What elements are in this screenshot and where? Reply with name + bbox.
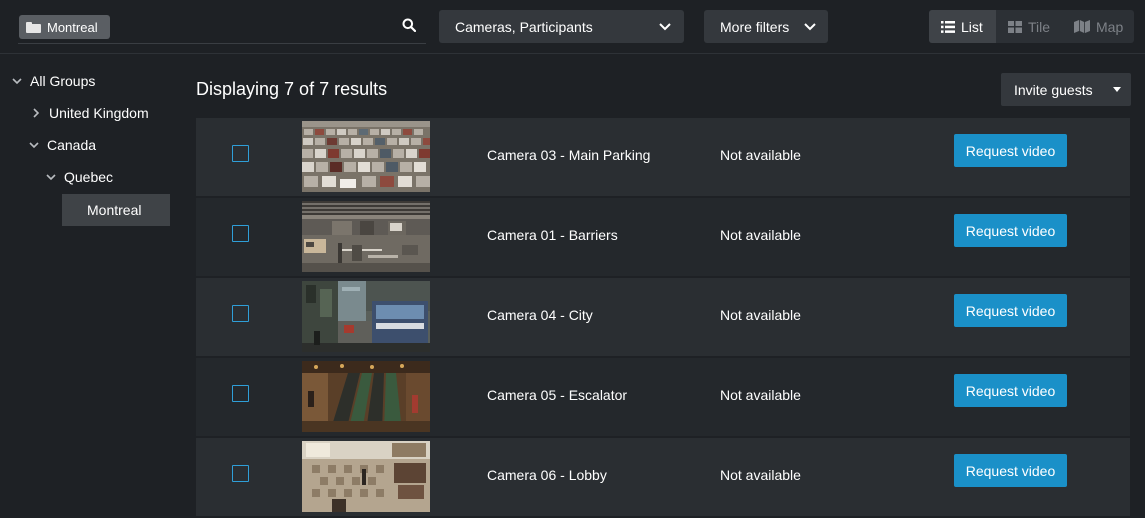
map-view-button[interactable]: Map (1062, 10, 1134, 43)
chevron-down-icon[interactable] (29, 140, 39, 150)
list-view-label: List (961, 18, 983, 35)
row-checkbox[interactable] (232, 385, 249, 402)
camera-name: Camera 04 - City (487, 307, 593, 323)
camera-thumbnail (302, 121, 430, 192)
camera-name: Camera 03 - Main Parking (487, 147, 651, 163)
camera-status: Not available (720, 387, 801, 403)
row-checkbox[interactable] (232, 225, 249, 242)
cameras-participants-label: Cameras, Participants (455, 18, 593, 35)
tree-node-montreal[interactable]: Montreal (62, 194, 170, 226)
camera-status: Not available (720, 307, 801, 323)
camera-row: Camera 01 - Barriers Not available Reque… (196, 198, 1130, 276)
top-bar: Montreal Cameras, Participants More filt… (0, 0, 1145, 54)
camera-list: Camera 03 - Main Parking Not available R… (196, 118, 1130, 518)
camera-name: Camera 06 - Lobby (487, 467, 607, 483)
camera-name: Camera 01 - Barriers (487, 227, 618, 243)
camera-thumbnail (302, 361, 430, 432)
camera-row: Camera 03 - Main Parking Not available R… (196, 118, 1130, 196)
list-view-button[interactable]: List (929, 10, 996, 43)
camera-row: Camera 06 - Lobby Not available Request … (196, 438, 1130, 516)
tree-node-label: All Groups (30, 73, 96, 89)
cameras-participants-dropdown[interactable]: Cameras, Participants (439, 10, 684, 43)
map-icon (1074, 20, 1090, 33)
tree-node-label: Canada (47, 137, 97, 153)
camera-thumbnail (302, 201, 430, 272)
request-video-button[interactable]: Request video (954, 294, 1067, 327)
request-video-button[interactable]: Request video (954, 374, 1067, 407)
tree-node-canada[interactable]: Canada (29, 129, 96, 161)
row-checkbox[interactable] (232, 145, 249, 162)
tree-node-label: United Kingdom (49, 105, 149, 121)
group-tree: All Groups United Kingdom Canada Quebec … (0, 55, 180, 518)
row-checkbox[interactable] (232, 305, 249, 322)
search-field[interactable]: Montreal (18, 8, 426, 44)
chevron-down-icon (659, 23, 671, 31)
tree-node-united-kingdom[interactable]: United Kingdom (31, 97, 149, 129)
list-icon (941, 20, 955, 33)
location-chip-label: Montreal (47, 19, 98, 35)
lobby-image (302, 441, 430, 512)
chevron-down-icon[interactable] (12, 76, 22, 86)
camera-row: Camera 04 - City Not available Request v… (196, 278, 1130, 356)
results-count: Displaying 7 of 7 results (196, 79, 388, 99)
camera-thumbnail (302, 281, 430, 352)
parking-lot-image (302, 121, 430, 192)
invite-guests-button[interactable]: Invite guests (1001, 73, 1131, 106)
tree-node-all-groups[interactable]: All Groups (12, 65, 95, 97)
chevron-down-icon[interactable] (46, 172, 56, 182)
map-view-label: Map (1096, 18, 1124, 35)
request-video-button[interactable]: Request video (954, 134, 1067, 167)
tile-view-label: Tile (1028, 18, 1051, 35)
camera-name: Camera 05 - Escalator (487, 387, 628, 403)
request-video-button[interactable]: Request video (954, 454, 1067, 487)
camera-status: Not available (720, 147, 801, 163)
more-filters-dropdown[interactable]: More filters (704, 10, 828, 43)
tree-node-quebec[interactable]: Quebec (46, 161, 113, 193)
camera-row: Camera 05 - Escalator Not available Requ… (196, 358, 1130, 436)
tile-icon (1008, 20, 1022, 33)
view-toggle: List Tile Map (929, 10, 1134, 43)
escalator-image (302, 361, 430, 432)
location-chip[interactable]: Montreal (19, 15, 110, 39)
request-video-button[interactable]: Request video (954, 214, 1067, 247)
tile-view-button[interactable]: Tile (996, 10, 1062, 43)
tree-node-label: Montreal (87, 202, 142, 218)
search-icon[interactable] (402, 18, 416, 32)
row-checkbox[interactable] (232, 465, 249, 482)
folder-icon (26, 21, 41, 33)
camera-status: Not available (720, 467, 801, 483)
city-street-image (302, 281, 430, 352)
caret-down-icon[interactable] (1113, 87, 1121, 92)
invite-guests-label: Invite guests (1014, 81, 1093, 98)
tree-node-label: Quebec (64, 169, 114, 185)
camera-thumbnail (302, 441, 430, 512)
more-filters-label: More filters (720, 18, 790, 35)
chevron-right-icon[interactable] (31, 108, 41, 118)
camera-status: Not available (720, 227, 801, 243)
chevron-down-icon (804, 23, 816, 31)
barriers-image (302, 201, 430, 272)
